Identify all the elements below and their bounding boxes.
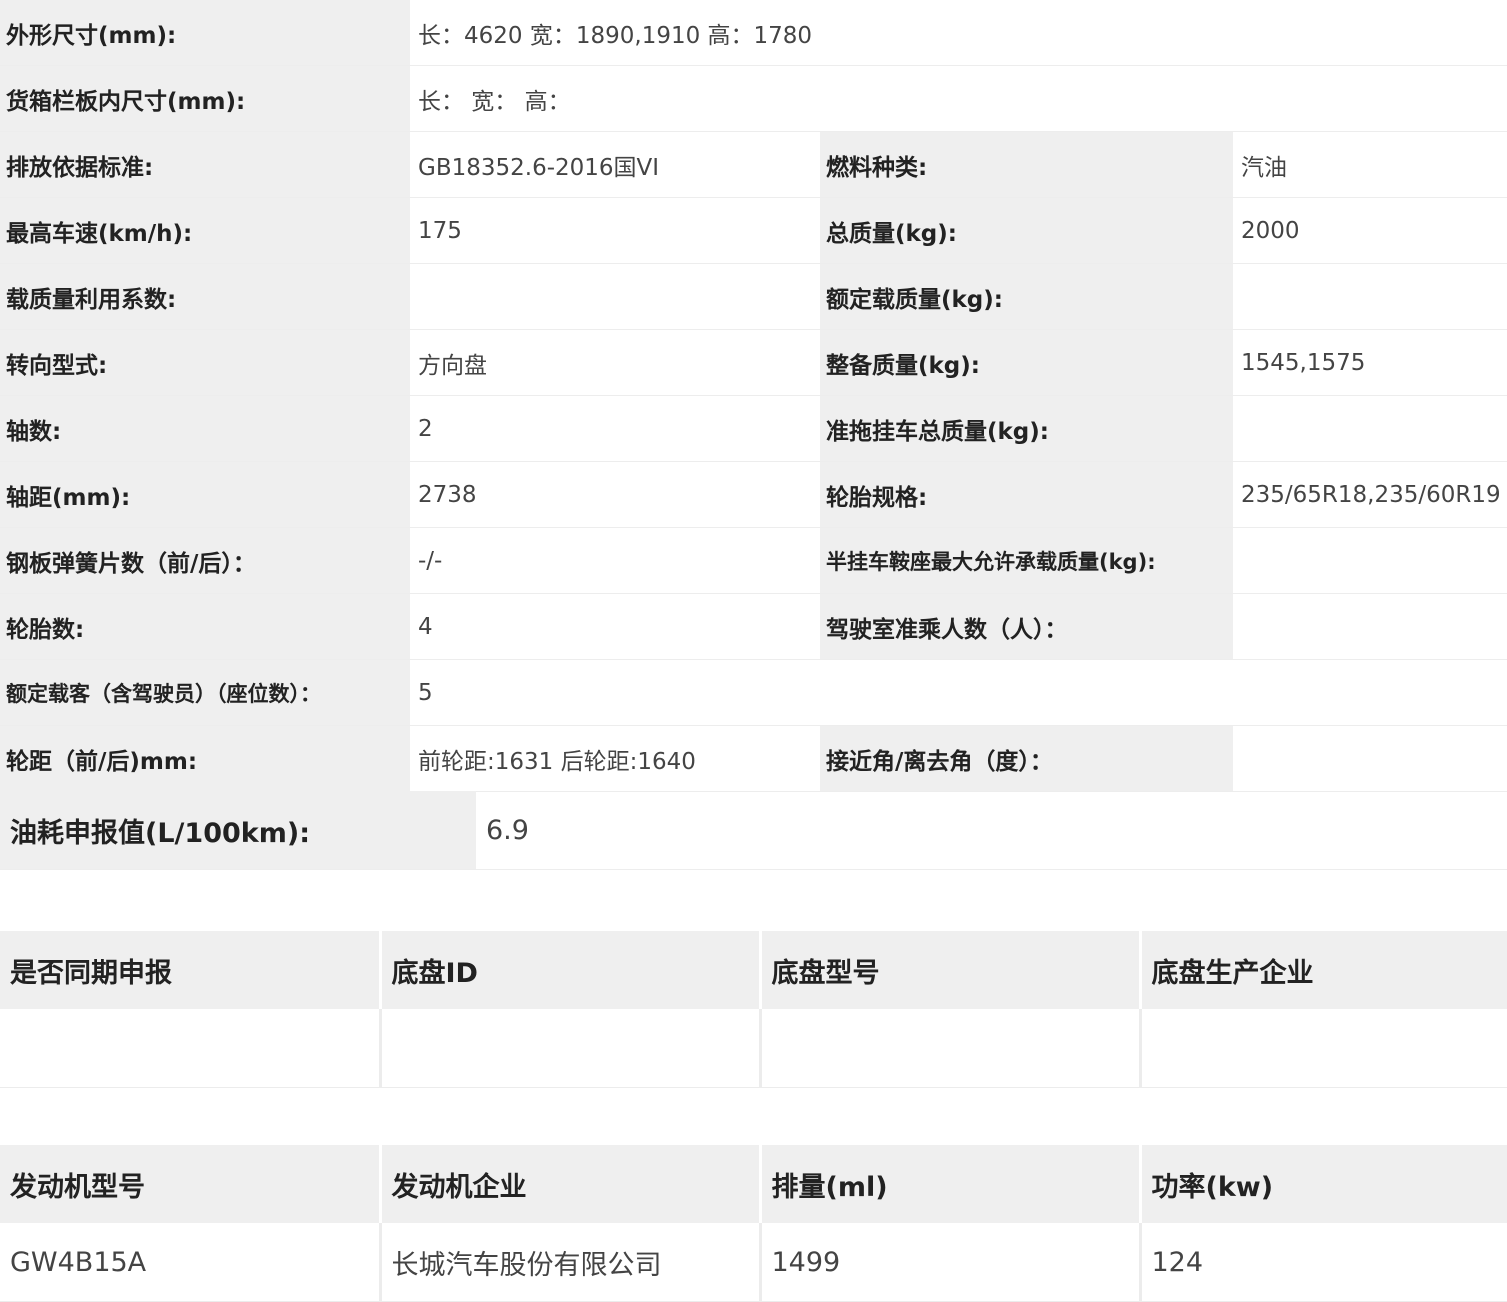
- track-label: 轮距（前/后)mm:: [0, 725, 410, 792]
- engine-cell-model: GW4B15A: [0, 1223, 382, 1302]
- leaf-springs-value: -/-: [410, 527, 820, 594]
- load-utilization-value: [410, 263, 820, 330]
- chassis-table: 是否同期申报 底盘ID 底盘型号 底盘生产企业: [0, 931, 1507, 1088]
- curb-weight-label: 整备质量(kg):: [820, 329, 1233, 396]
- rated-passengers-value: 5: [410, 659, 1507, 726]
- saddle-load-value: [1233, 527, 1507, 594]
- chassis-data-row: [0, 1009, 1507, 1088]
- chassis-header-id: 底盘ID: [380, 931, 762, 1009]
- trailer-mass-value: [1233, 395, 1507, 462]
- wheelbase-value: 2738: [410, 461, 820, 528]
- spec-row-passengers: 额定载客（含驾驶员）（座位数）： 5: [0, 659, 1507, 726]
- spec-row-load: 载质量利用系数: 额定载质量(kg):: [0, 263, 1507, 330]
- emission-standard-value: GB18352.6-2016国VI: [410, 131, 820, 198]
- vehicle-spec-page: 外形尺寸(mm): 长：4620 宽：1890,1910 高：1780 货箱栏板…: [0, 0, 1507, 1302]
- cab-passengers-label: 驾驶室准乘人数（人）：: [820, 593, 1233, 660]
- engine-header-model: 发动机型号: [0, 1145, 382, 1223]
- fuel-type-value: 汽油: [1233, 131, 1507, 198]
- engine-cell-manufacturer: 长城汽车股份有限公司: [380, 1223, 762, 1302]
- chassis-header-model: 底盘型号: [760, 931, 1142, 1009]
- tire-spec-value: 235/65R18,235/60R19: [1233, 461, 1507, 528]
- axles-value: 2: [410, 395, 820, 462]
- engine-table: 发动机型号 发动机企业 排量(ml) 功率(kw) GW4B15A 长城汽车股份…: [0, 1145, 1507, 1302]
- steering-value: 方向盘: [410, 329, 820, 396]
- angles-value: [1233, 725, 1507, 792]
- rated-passengers-label: 额定载客（含驾驶员）（座位数）：: [0, 659, 410, 726]
- tire-count-value: 4: [410, 593, 820, 660]
- chassis-cell-id: [380, 1009, 762, 1088]
- fuel-consumption-row: 油耗申报值(L/100km): 6.9: [0, 791, 1507, 870]
- engine-header-power: 功率(kw): [1140, 1145, 1507, 1223]
- curb-weight-value: 1545,1575: [1233, 329, 1507, 396]
- cargo-box-label: 货箱栏板内尺寸(mm):: [0, 65, 410, 132]
- chassis-cell-model: [760, 1009, 1142, 1088]
- tire-spec-label: 轮胎规格:: [820, 461, 1233, 528]
- saddle-load-label: 半挂车鞍座最大允许承载质量(kg):: [820, 527, 1233, 594]
- spec-row-speed-mass: 最高车速(km/h): 175 总质量(kg): 2000: [0, 197, 1507, 264]
- engine-data-row: GW4B15A 长城汽车股份有限公司 1499 124: [0, 1223, 1507, 1302]
- dimensions-value: 长：4620 宽：1890,1910 高：1780: [410, 0, 1507, 66]
- tire-count-label: 轮胎数:: [0, 593, 410, 660]
- engine-header-row: 发动机型号 发动机企业 排量(ml) 功率(kw): [0, 1145, 1507, 1223]
- chassis-cell-concurrent: [0, 1009, 382, 1088]
- spec-row-track: 轮距（前/后)mm: 前轮距:1631 后轮距:1640 接近角/离去角（度）：: [0, 725, 1507, 792]
- emission-standard-label: 排放依据标准:: [0, 131, 410, 198]
- engine-header-manufacturer: 发动机企业: [380, 1145, 762, 1223]
- spec-row-dimensions: 外形尺寸(mm): 长：4620 宽：1890,1910 高：1780: [0, 0, 1507, 66]
- rated-load-label: 额定载质量(kg):: [820, 263, 1233, 330]
- spec-table: 外形尺寸(mm): 长：4620 宽：1890,1910 高：1780 货箱栏板…: [0, 0, 1507, 792]
- rated-load-value: [1233, 263, 1507, 330]
- max-speed-label: 最高车速(km/h):: [0, 197, 410, 264]
- trailer-mass-label: 准拖挂车总质量(kg):: [820, 395, 1233, 462]
- engine-cell-power: 124: [1140, 1223, 1507, 1302]
- leaf-springs-label: 钢板弹簧片数（前/后）：: [0, 527, 410, 594]
- fuel-consumption-value: 6.9: [486, 814, 529, 846]
- spec-row-steering: 转向型式: 方向盘 整备质量(kg): 1545,1575: [0, 329, 1507, 396]
- spec-row-springs: 钢板弹簧片数（前/后）： -/- 半挂车鞍座最大允许承载质量(kg):: [0, 527, 1507, 594]
- chassis-header-row: 是否同期申报 底盘ID 底盘型号 底盘生产企业: [0, 931, 1507, 1009]
- track-value: 前轮距:1631 后轮距:1640: [410, 725, 820, 792]
- chassis-header-manufacturer: 底盘生产企业: [1140, 931, 1507, 1009]
- spec-row-axles: 轴数: 2 准拖挂车总质量(kg):: [0, 395, 1507, 462]
- axles-label: 轴数:: [0, 395, 410, 462]
- steering-label: 转向型式:: [0, 329, 410, 396]
- chassis-cell-manufacturer: [1140, 1009, 1507, 1088]
- cargo-box-value: 长： 宽： 高：: [410, 65, 1507, 132]
- spec-row-tires: 轮胎数: 4 驾驶室准乘人数（人）：: [0, 593, 1507, 660]
- spec-row-wheelbase: 轴距(mm): 2738 轮胎规格: 235/65R18,235/60R19: [0, 461, 1507, 528]
- engine-header-displacement: 排量(ml): [760, 1145, 1142, 1223]
- max-speed-value: 175: [410, 197, 820, 264]
- fuel-type-label: 燃料种类:: [820, 131, 1233, 198]
- chassis-header-concurrent: 是否同期申报: [0, 931, 382, 1009]
- load-utilization-label: 载质量利用系数:: [0, 263, 410, 330]
- cab-passengers-value: [1233, 593, 1507, 660]
- engine-cell-displacement: 1499: [760, 1223, 1142, 1302]
- spec-row-emission-fuel: 排放依据标准: GB18352.6-2016国VI 燃料种类: 汽油: [0, 131, 1507, 198]
- total-mass-label: 总质量(kg):: [820, 197, 1233, 264]
- total-mass-value: 2000: [1233, 197, 1507, 264]
- dimensions-label: 外形尺寸(mm):: [0, 0, 410, 66]
- spec-row-cargo-box: 货箱栏板内尺寸(mm): 长： 宽： 高：: [0, 65, 1507, 132]
- fuel-consumption-label: 油耗申报值(L/100km):: [0, 791, 476, 869]
- angles-label: 接近角/离去角（度）：: [820, 725, 1233, 792]
- wheelbase-label: 轴距(mm):: [0, 461, 410, 528]
